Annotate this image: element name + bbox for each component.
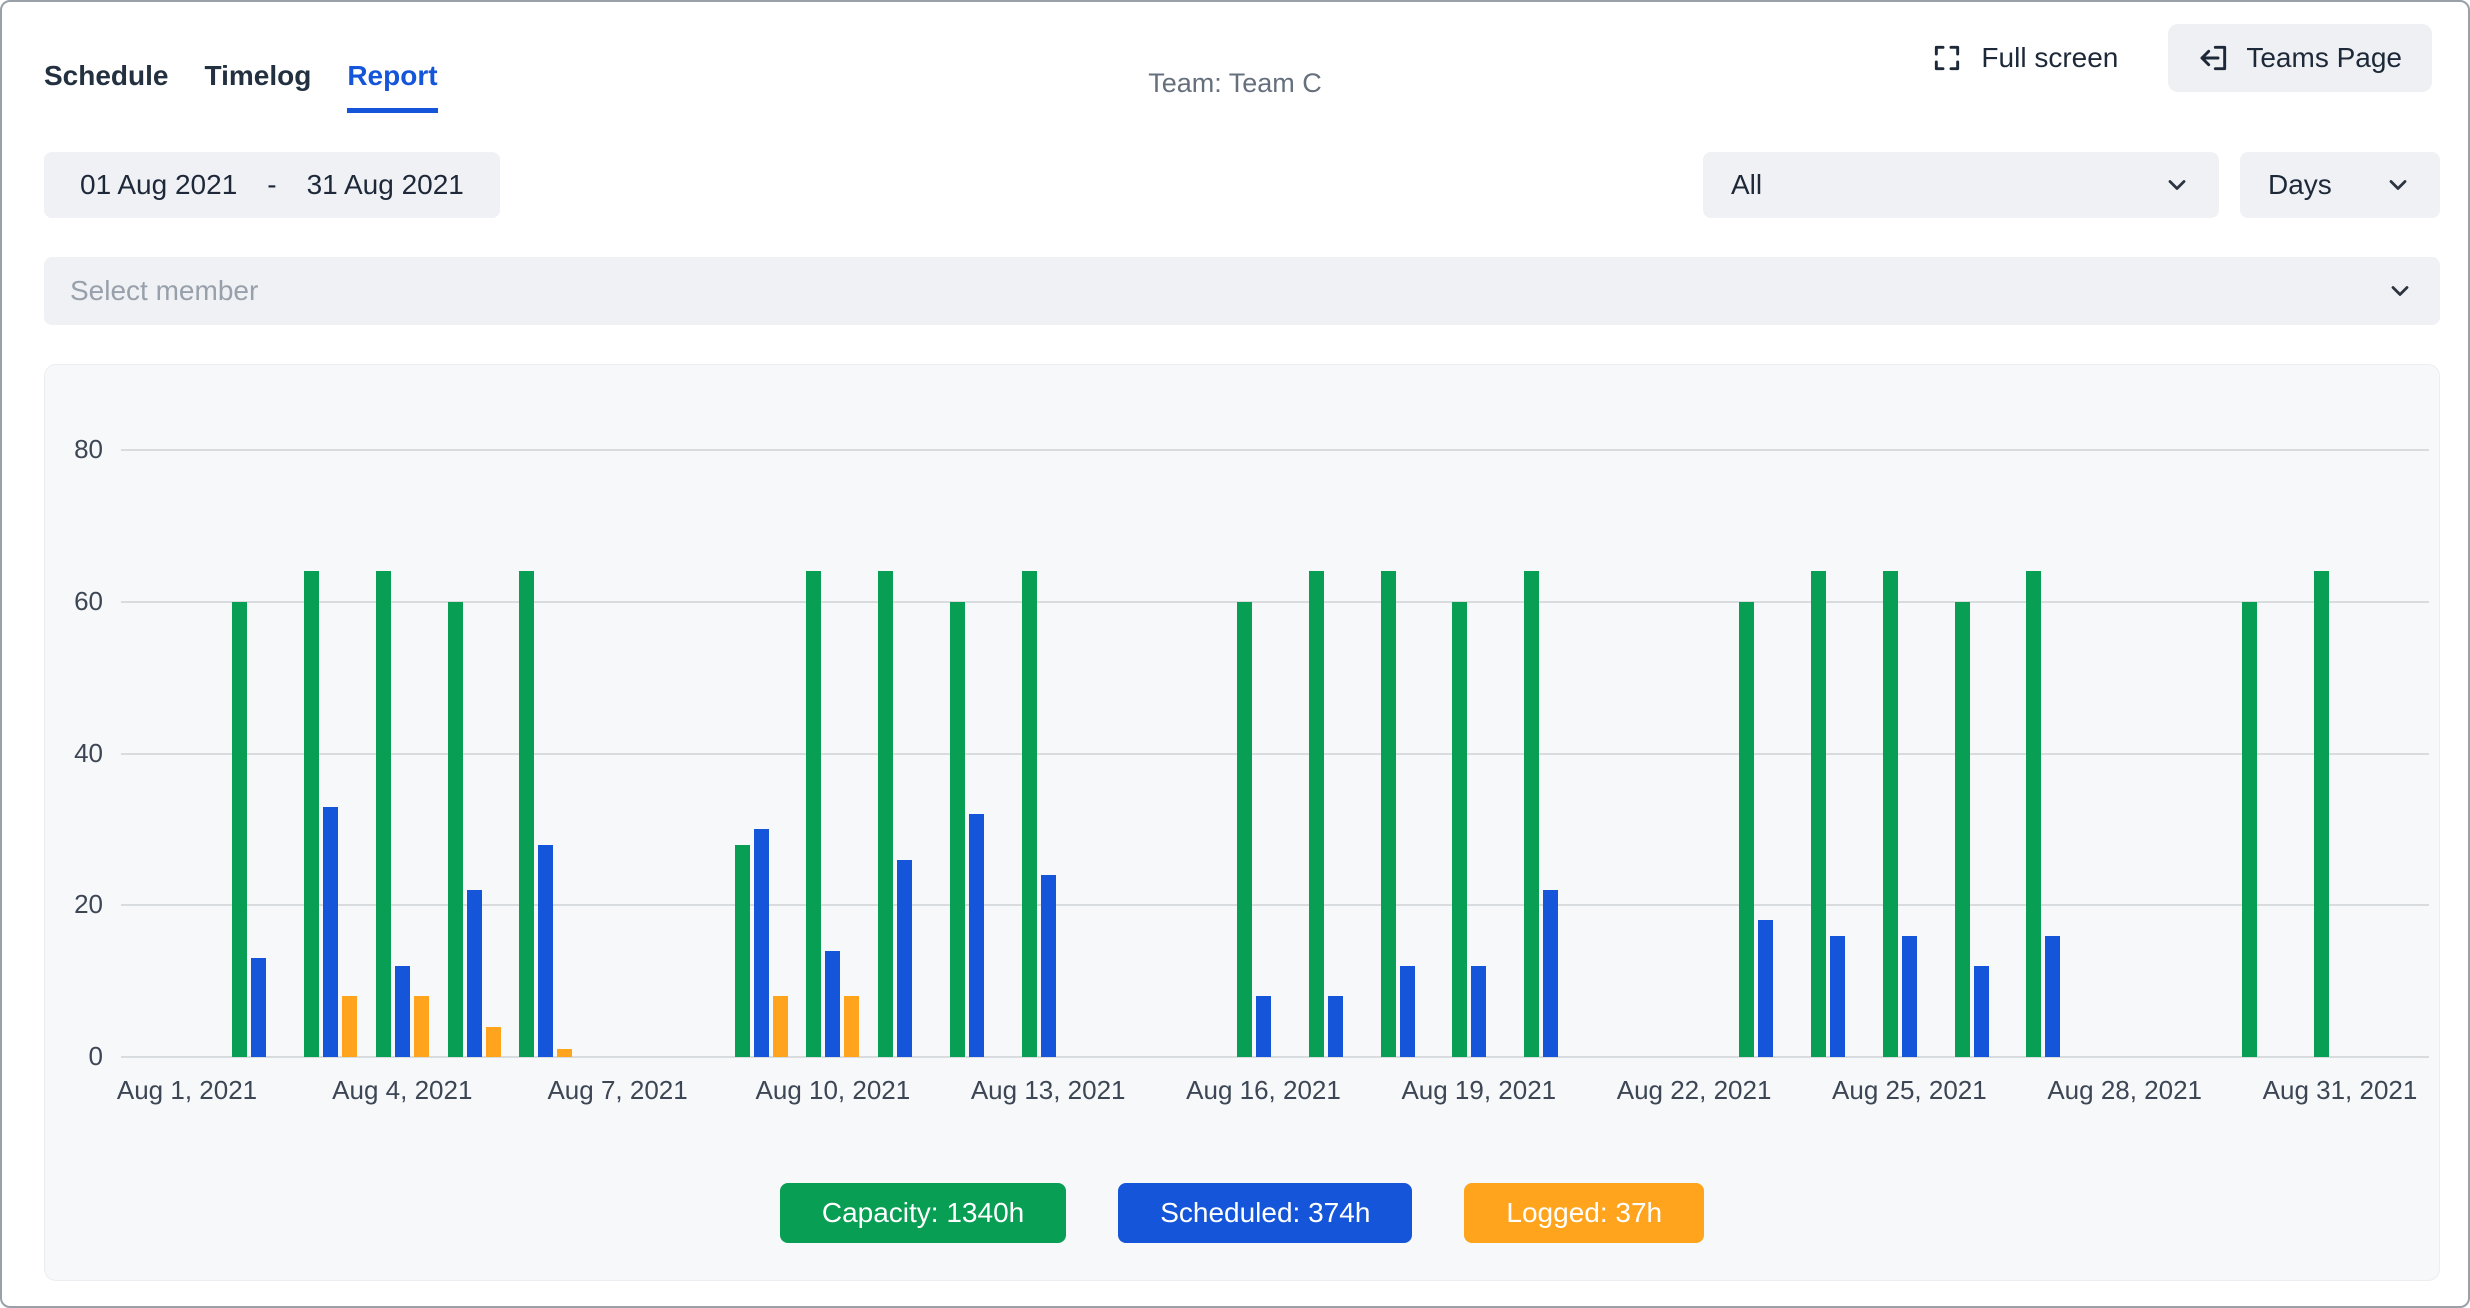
x-axis-tick-label: Aug 16, 2021 xyxy=(1144,1075,1384,1106)
bar-logged-aug-10 xyxy=(844,996,859,1057)
teams-page-label: Teams Page xyxy=(2246,42,2402,74)
bar-capacity-aug-2 xyxy=(232,602,247,1057)
teams-page-button[interactable]: Teams Page xyxy=(2168,24,2432,92)
x-axis-tick-label: Aug 7, 2021 xyxy=(498,1075,738,1106)
bar-capacity-aug-16 xyxy=(1237,602,1252,1057)
fullscreen-icon xyxy=(1931,42,1963,74)
bar-scheduled-aug-23 xyxy=(1758,920,1773,1057)
bar-scheduled-aug-19 xyxy=(1471,966,1486,1057)
gridline xyxy=(121,753,2429,755)
bar-scheduled-aug-4 xyxy=(395,966,410,1057)
date-separator: - xyxy=(267,169,276,201)
chevron-down-icon xyxy=(2386,277,2414,305)
bar-scheduled-aug-9 xyxy=(754,829,769,1057)
bar-scheduled-aug-6 xyxy=(538,845,553,1057)
bar-capacity-aug-27 xyxy=(2026,571,2041,1057)
x-axis-tick-label: Aug 13, 2021 xyxy=(928,1075,1168,1106)
bar-scheduled-aug-11 xyxy=(897,860,912,1057)
bar-scheduled-aug-17 xyxy=(1328,996,1343,1057)
bar-logged-aug-6 xyxy=(557,1049,572,1057)
bar-capacity-aug-31 xyxy=(2314,571,2329,1057)
bar-capacity-aug-5 xyxy=(448,602,463,1057)
legend-capacity-button[interactable]: Capacity: 1340h xyxy=(780,1183,1066,1243)
date-end: 31 Aug 2021 xyxy=(307,169,464,201)
bar-scheduled-aug-13 xyxy=(1041,875,1056,1057)
x-axis-tick-label: Aug 22, 2021 xyxy=(1574,1075,1814,1106)
filter-all-value: All xyxy=(1731,169,1762,201)
granularity-dropdown[interactable]: Days xyxy=(2240,152,2440,218)
bar-scheduled-aug-16 xyxy=(1256,996,1271,1057)
date-start: 01 Aug 2021 xyxy=(80,169,237,201)
x-axis-tick-label: Aug 1, 2021 xyxy=(67,1075,307,1106)
date-range-picker[interactable]: 01 Aug 2021 - 31 Aug 2021 xyxy=(44,152,500,218)
gridline xyxy=(121,601,2429,603)
bar-logged-aug-5 xyxy=(486,1027,501,1057)
topbar-actions: Full screen Teams Page xyxy=(1925,24,2432,92)
bar-capacity-aug-26 xyxy=(1955,602,1970,1057)
bar-scheduled-aug-20 xyxy=(1543,890,1558,1057)
member-select[interactable]: Select member xyxy=(44,257,2440,325)
bar-scheduled-aug-10 xyxy=(825,951,840,1057)
bar-capacity-aug-25 xyxy=(1883,571,1898,1057)
granularity-value: Days xyxy=(2268,169,2332,201)
x-axis-tick-label: Aug 28, 2021 xyxy=(2005,1075,2245,1106)
bar-capacity-aug-12 xyxy=(950,602,965,1057)
filter-row: 01 Aug 2021 - 31 Aug 2021 All Days xyxy=(44,152,2440,218)
fullscreen-button[interactable]: Full screen xyxy=(1925,41,2124,75)
chevron-down-icon xyxy=(2163,171,2191,199)
x-axis-tick-label: Aug 31, 2021 xyxy=(2220,1075,2460,1106)
bar-capacity-aug-10 xyxy=(806,571,821,1057)
bar-capacity-aug-23 xyxy=(1739,602,1754,1057)
bar-scheduled-aug-25 xyxy=(1902,936,1917,1057)
y-axis-tick-label: 40 xyxy=(43,738,103,769)
legend-logged-button[interactable]: Logged: 37h xyxy=(1464,1183,1704,1243)
bar-capacity-aug-17 xyxy=(1309,571,1324,1057)
bar-scheduled-aug-2 xyxy=(251,958,266,1057)
exit-arrow-icon xyxy=(2198,42,2230,74)
bar-scheduled-aug-5 xyxy=(467,890,482,1057)
x-axis-tick-label: Aug 25, 2021 xyxy=(1789,1075,2029,1106)
bar-scheduled-aug-27 xyxy=(2045,936,2060,1057)
bar-scheduled-aug-18 xyxy=(1400,966,1415,1057)
bar-scheduled-aug-24 xyxy=(1830,936,1845,1057)
fullscreen-label: Full screen xyxy=(1981,42,2118,74)
bar-chart: 020406080Aug 1, 2021Aug 4, 2021Aug 7, 20… xyxy=(121,450,2429,1057)
x-axis-tick-label: Aug 10, 2021 xyxy=(713,1075,953,1106)
legend-scheduled-button[interactable]: Scheduled: 374h xyxy=(1118,1183,1412,1243)
y-axis-tick-label: 20 xyxy=(43,889,103,920)
chevron-down-icon xyxy=(2384,171,2412,199)
bar-logged-aug-3 xyxy=(342,996,357,1057)
chart-legend: Capacity: 1340h Scheduled: 374h Logged: … xyxy=(45,1183,2439,1243)
app-window: Schedule Timelog Report Team: Team C Ful… xyxy=(0,0,2470,1308)
gridline xyxy=(121,449,2429,451)
bar-capacity-aug-13 xyxy=(1022,571,1037,1057)
y-axis-tick-label: 0 xyxy=(43,1041,103,1072)
bar-capacity-aug-6 xyxy=(519,571,534,1057)
bar-capacity-aug-30 xyxy=(2242,602,2257,1057)
bar-capacity-aug-3 xyxy=(304,571,319,1057)
bar-capacity-aug-18 xyxy=(1381,571,1396,1057)
bar-logged-aug-4 xyxy=(414,996,429,1057)
bar-capacity-aug-9 xyxy=(735,845,750,1057)
bar-capacity-aug-4 xyxy=(376,571,391,1057)
member-select-placeholder: Select member xyxy=(70,275,258,307)
bar-capacity-aug-11 xyxy=(878,571,893,1057)
bar-capacity-aug-19 xyxy=(1452,602,1467,1057)
y-axis-tick-label: 60 xyxy=(43,586,103,617)
x-axis-tick-label: Aug 19, 2021 xyxy=(1359,1075,1599,1106)
bar-scheduled-aug-12 xyxy=(969,814,984,1057)
bar-capacity-aug-20 xyxy=(1524,571,1539,1057)
bar-logged-aug-9 xyxy=(773,996,788,1057)
chart-panel: 0 20 40 60 80 Aug 1, 2021Aug 4, 2021Aug 7, 20… xyxy=(44,364,2440,1281)
x-axis-tick-label: Aug 4, 2021 xyxy=(282,1075,522,1106)
bar-capacity-aug-24 xyxy=(1811,571,1826,1057)
bar-scheduled-aug-26 xyxy=(1974,966,1989,1057)
bar-scheduled-aug-3 xyxy=(323,807,338,1057)
filter-dropdown-all[interactable]: All xyxy=(1703,152,2219,218)
y-axis-tick-label: 80 xyxy=(43,434,103,465)
